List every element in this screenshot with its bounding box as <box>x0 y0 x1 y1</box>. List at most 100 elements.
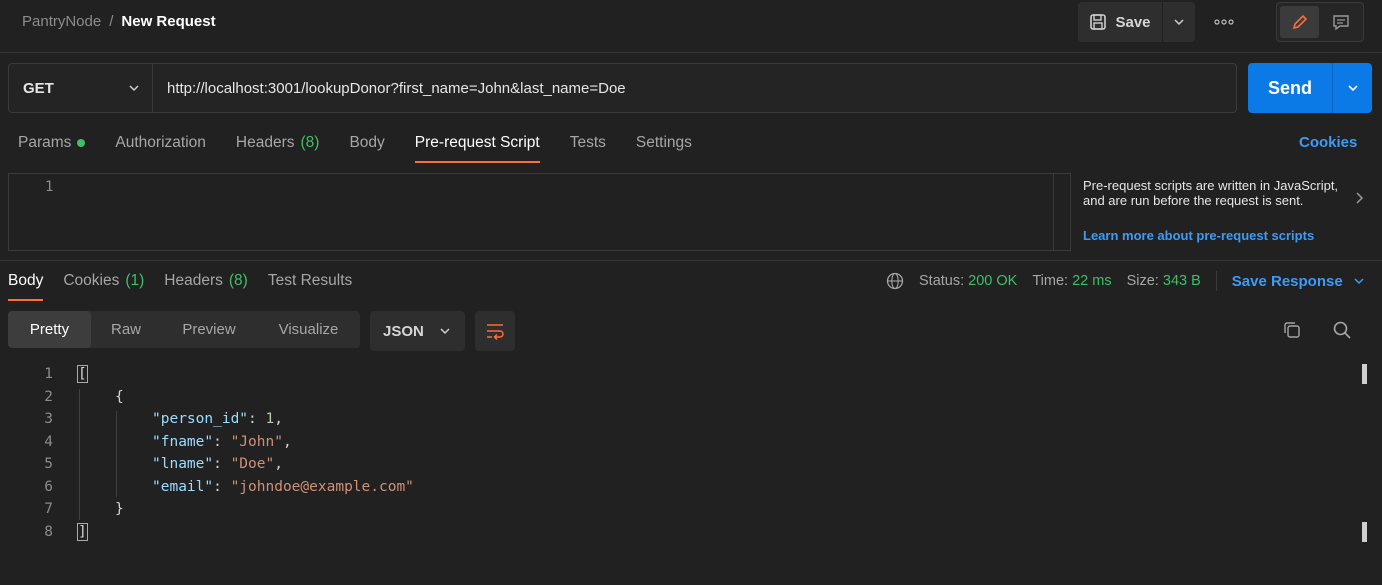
code-token: { <box>115 388 124 405</box>
method-select[interactable]: GET <box>9 64 153 112</box>
code-token: "lname" <box>152 456 214 473</box>
response-tabs: Body Cookies (1) Headers (8) Test Result… <box>8 269 352 301</box>
code-token: : <box>213 433 231 450</box>
code-line: 3 "person_id": 1, <box>0 408 1340 431</box>
tab-label: Body <box>349 134 385 151</box>
send-button[interactable]: Send <box>1248 63 1332 113</box>
chevron-down-icon <box>1174 19 1184 26</box>
search-button[interactable] <box>1332 320 1352 344</box>
edit-mode-button[interactable] <box>1280 6 1319 38</box>
breadcrumb: PantryNode / New Request <box>22 13 216 30</box>
format-pretty[interactable]: Pretty <box>8 311 91 348</box>
save-label: Save <box>1115 13 1151 31</box>
format-raw[interactable]: Raw <box>91 311 161 348</box>
language-select[interactable]: JSON <box>370 311 465 351</box>
response-status-bar: Status: 200 OK Time: 22 ms Size: 343 B S… <box>886 271 1365 291</box>
time-info[interactable]: Time: 22 ms <box>1032 273 1111 289</box>
line-number: 3 <box>44 411 53 428</box>
chevron-down-icon <box>440 328 450 335</box>
learn-more-link[interactable]: Learn more about pre-request scripts <box>1083 228 1314 243</box>
tab-settings[interactable]: Settings <box>636 131 692 163</box>
code-text: "person_id": 1, <box>152 411 283 427</box>
code-token: : <box>213 478 231 495</box>
tab-body[interactable]: Body <box>349 131 384 163</box>
resp-tab-body[interactable]: Body <box>8 269 44 301</box>
tab-params[interactable]: Params <box>18 131 86 163</box>
time-label: Time: <box>1032 273 1069 289</box>
more-options-button[interactable] <box>1212 12 1236 32</box>
workspace-name[interactable]: PantryNode <box>22 13 101 30</box>
status-divider <box>1215 271 1217 291</box>
code-text: { <box>115 389 124 405</box>
code-token: "johndoe@example.com" <box>230 478 414 495</box>
code-token: : <box>213 456 231 473</box>
code-text: [ <box>77 365 88 384</box>
size-info[interactable]: Size: 343 B <box>1127 273 1201 289</box>
language-label: JSON <box>383 322 424 340</box>
code-line: 2{ <box>0 386 1340 409</box>
scrollbar-marker[interactable] <box>1362 521 1367 542</box>
code-token: "person_id" <box>152 411 249 428</box>
code-token: "Doe" <box>230 456 275 473</box>
resp-tab-headers[interactable]: Headers (8) <box>164 269 248 301</box>
request-title[interactable]: New Request <box>121 13 215 30</box>
tab-label: Cookies <box>63 272 120 289</box>
scrollbar-marker[interactable] <box>1362 364 1367 384</box>
code-token: : <box>248 411 266 428</box>
editor-scrollbar[interactable] <box>1053 174 1071 250</box>
url-bar: GET <box>8 63 1237 113</box>
tab-label: Authorization <box>115 134 206 151</box>
tab-headers[interactable]: Headers (8) <box>236 131 320 163</box>
resp-tab-cookies[interactable]: Cookies (1) <box>63 269 144 301</box>
send-options-button[interactable] <box>1332 63 1372 113</box>
code-line: 5 "lname": "Doe", <box>0 453 1340 476</box>
code-token: , <box>274 456 283 473</box>
time-value: 22 ms <box>1072 273 1112 289</box>
save-response-button[interactable]: Save Response <box>1232 273 1365 290</box>
search-icon <box>1333 321 1351 339</box>
tab-authorization[interactable]: Authorization <box>115 131 205 163</box>
code-token: 1 <box>265 411 275 428</box>
cookies-link[interactable]: Cookies <box>1299 134 1357 151</box>
status-info[interactable]: Status: 200 OK <box>919 273 1017 289</box>
chevron-right-icon <box>1356 192 1364 204</box>
size-value: 343 B <box>1162 273 1201 289</box>
code-text: ] <box>77 522 88 541</box>
comments-button[interactable] <box>1321 6 1360 38</box>
line-number: 2 <box>44 388 53 405</box>
tab-tests[interactable]: Tests <box>570 131 606 163</box>
format-preview[interactable]: Preview <box>161 311 257 348</box>
code-text: "email": "johndoe@example.com" <box>152 479 414 495</box>
method-label: GET <box>23 79 54 97</box>
pencil-icon <box>1292 14 1307 30</box>
format-visualize[interactable]: Visualize <box>257 311 360 348</box>
code-token: , <box>274 411 283 428</box>
code-line: 1[ <box>0 363 1340 386</box>
copy-button[interactable] <box>1282 320 1302 344</box>
tab-pre-request-script[interactable]: Pre-request Script <box>414 131 540 163</box>
send-group: Send <box>1248 63 1372 113</box>
pane-divider[interactable] <box>0 260 1382 261</box>
tab-label: Headers <box>235 134 295 151</box>
chevron-down-icon <box>1347 85 1358 92</box>
code-text: "fname": "John", <box>152 434 292 450</box>
url-input[interactable] <box>153 64 1236 112</box>
tab-count: (8) <box>228 272 248 289</box>
wrap-lines-button[interactable] <box>475 311 515 351</box>
tab-label: Params <box>18 134 72 151</box>
globe-icon[interactable] <box>886 272 904 290</box>
tab-label: Body <box>8 272 44 289</box>
resp-tab-test-results[interactable]: Test Results <box>268 269 352 301</box>
save-group: Save <box>1078 2 1195 42</box>
script-hint-text: Pre-request scripts are written in JavaS… <box>1083 178 1339 208</box>
size-label: Size: <box>1126 273 1159 289</box>
pre-request-script-editor[interactable]: 1 <box>8 173 1071 251</box>
breadcrumb-separator: / <box>109 13 114 30</box>
chevron-down-icon <box>1354 278 1364 285</box>
collapse-hint-button[interactable] <box>1355 190 1365 210</box>
save-button[interactable]: Save <box>1078 2 1162 42</box>
save-options-button[interactable] <box>1163 2 1195 42</box>
tab-label: Test Results <box>267 272 353 289</box>
line-number: 1 <box>45 179 54 195</box>
code-text: } <box>115 501 124 517</box>
